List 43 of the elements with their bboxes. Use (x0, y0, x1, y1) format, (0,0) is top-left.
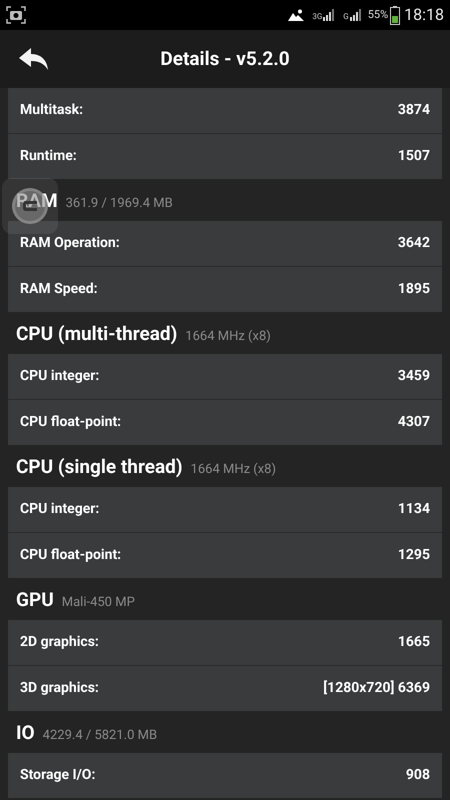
battery-icon (390, 6, 400, 24)
section-title: CPU (single thread) (16, 454, 183, 480)
result-label: CPU float-point: (20, 546, 122, 565)
result-score: 1895 (398, 280, 430, 299)
result-label: CPU integer: (20, 500, 100, 519)
result-label: Multitask: (20, 101, 84, 120)
result-label: RAM Speed: (20, 280, 98, 299)
result-score: 3874 (398, 101, 430, 120)
result-label: CPU float-point: (20, 413, 122, 432)
section-subtitle: 361.9 / 1969.4 MB (66, 195, 173, 213)
back-arrow-icon (19, 48, 49, 70)
result-label: 3D graphics: (20, 679, 99, 698)
section-subtitle: Mali-450 MP (62, 594, 135, 612)
network-type-label: 3G (312, 13, 322, 21)
result-score: 3642 (398, 234, 430, 253)
toolbar-title: Details - v5.2.0 (160, 46, 290, 72)
image-icon (288, 9, 304, 21)
result-label: Storage I/O: (20, 766, 96, 785)
clock: 18:18 (404, 4, 444, 26)
signal-icon (350, 9, 362, 21)
result-score: 908 (406, 766, 430, 785)
result-score: [1280x720] 6369 (323, 679, 430, 698)
network-type-label: G (343, 13, 349, 21)
section-title: IO (16, 720, 35, 746)
result-score: 1295 (398, 546, 430, 565)
result-label: Runtime: (20, 147, 77, 166)
result-score: 4307 (398, 413, 430, 432)
section-title: CPU (multi-thread) (16, 321, 178, 347)
battery-percent: 55% (368, 6, 388, 23)
result-label: 2D graphics: (20, 633, 99, 652)
result-score: 1134 (398, 500, 430, 519)
signal-icon (323, 9, 336, 21)
result-score: 1665 (398, 633, 430, 652)
section-subtitle: 1664 MHz (x8) (190, 461, 276, 479)
section-subtitle: 1664 MHz (x8) (185, 328, 271, 346)
screenshot-icon (6, 6, 26, 24)
result-label: CPU integer: (20, 367, 100, 386)
floating-button-icon[interactable] (2, 178, 58, 234)
result-score: 1507 (398, 147, 430, 166)
result-score: 3459 (398, 367, 430, 386)
section-title: GPU (16, 587, 54, 613)
section-subtitle: 4229.4 / 5821.0 MB (42, 727, 158, 745)
result-label: RAM Operation: (20, 234, 120, 253)
